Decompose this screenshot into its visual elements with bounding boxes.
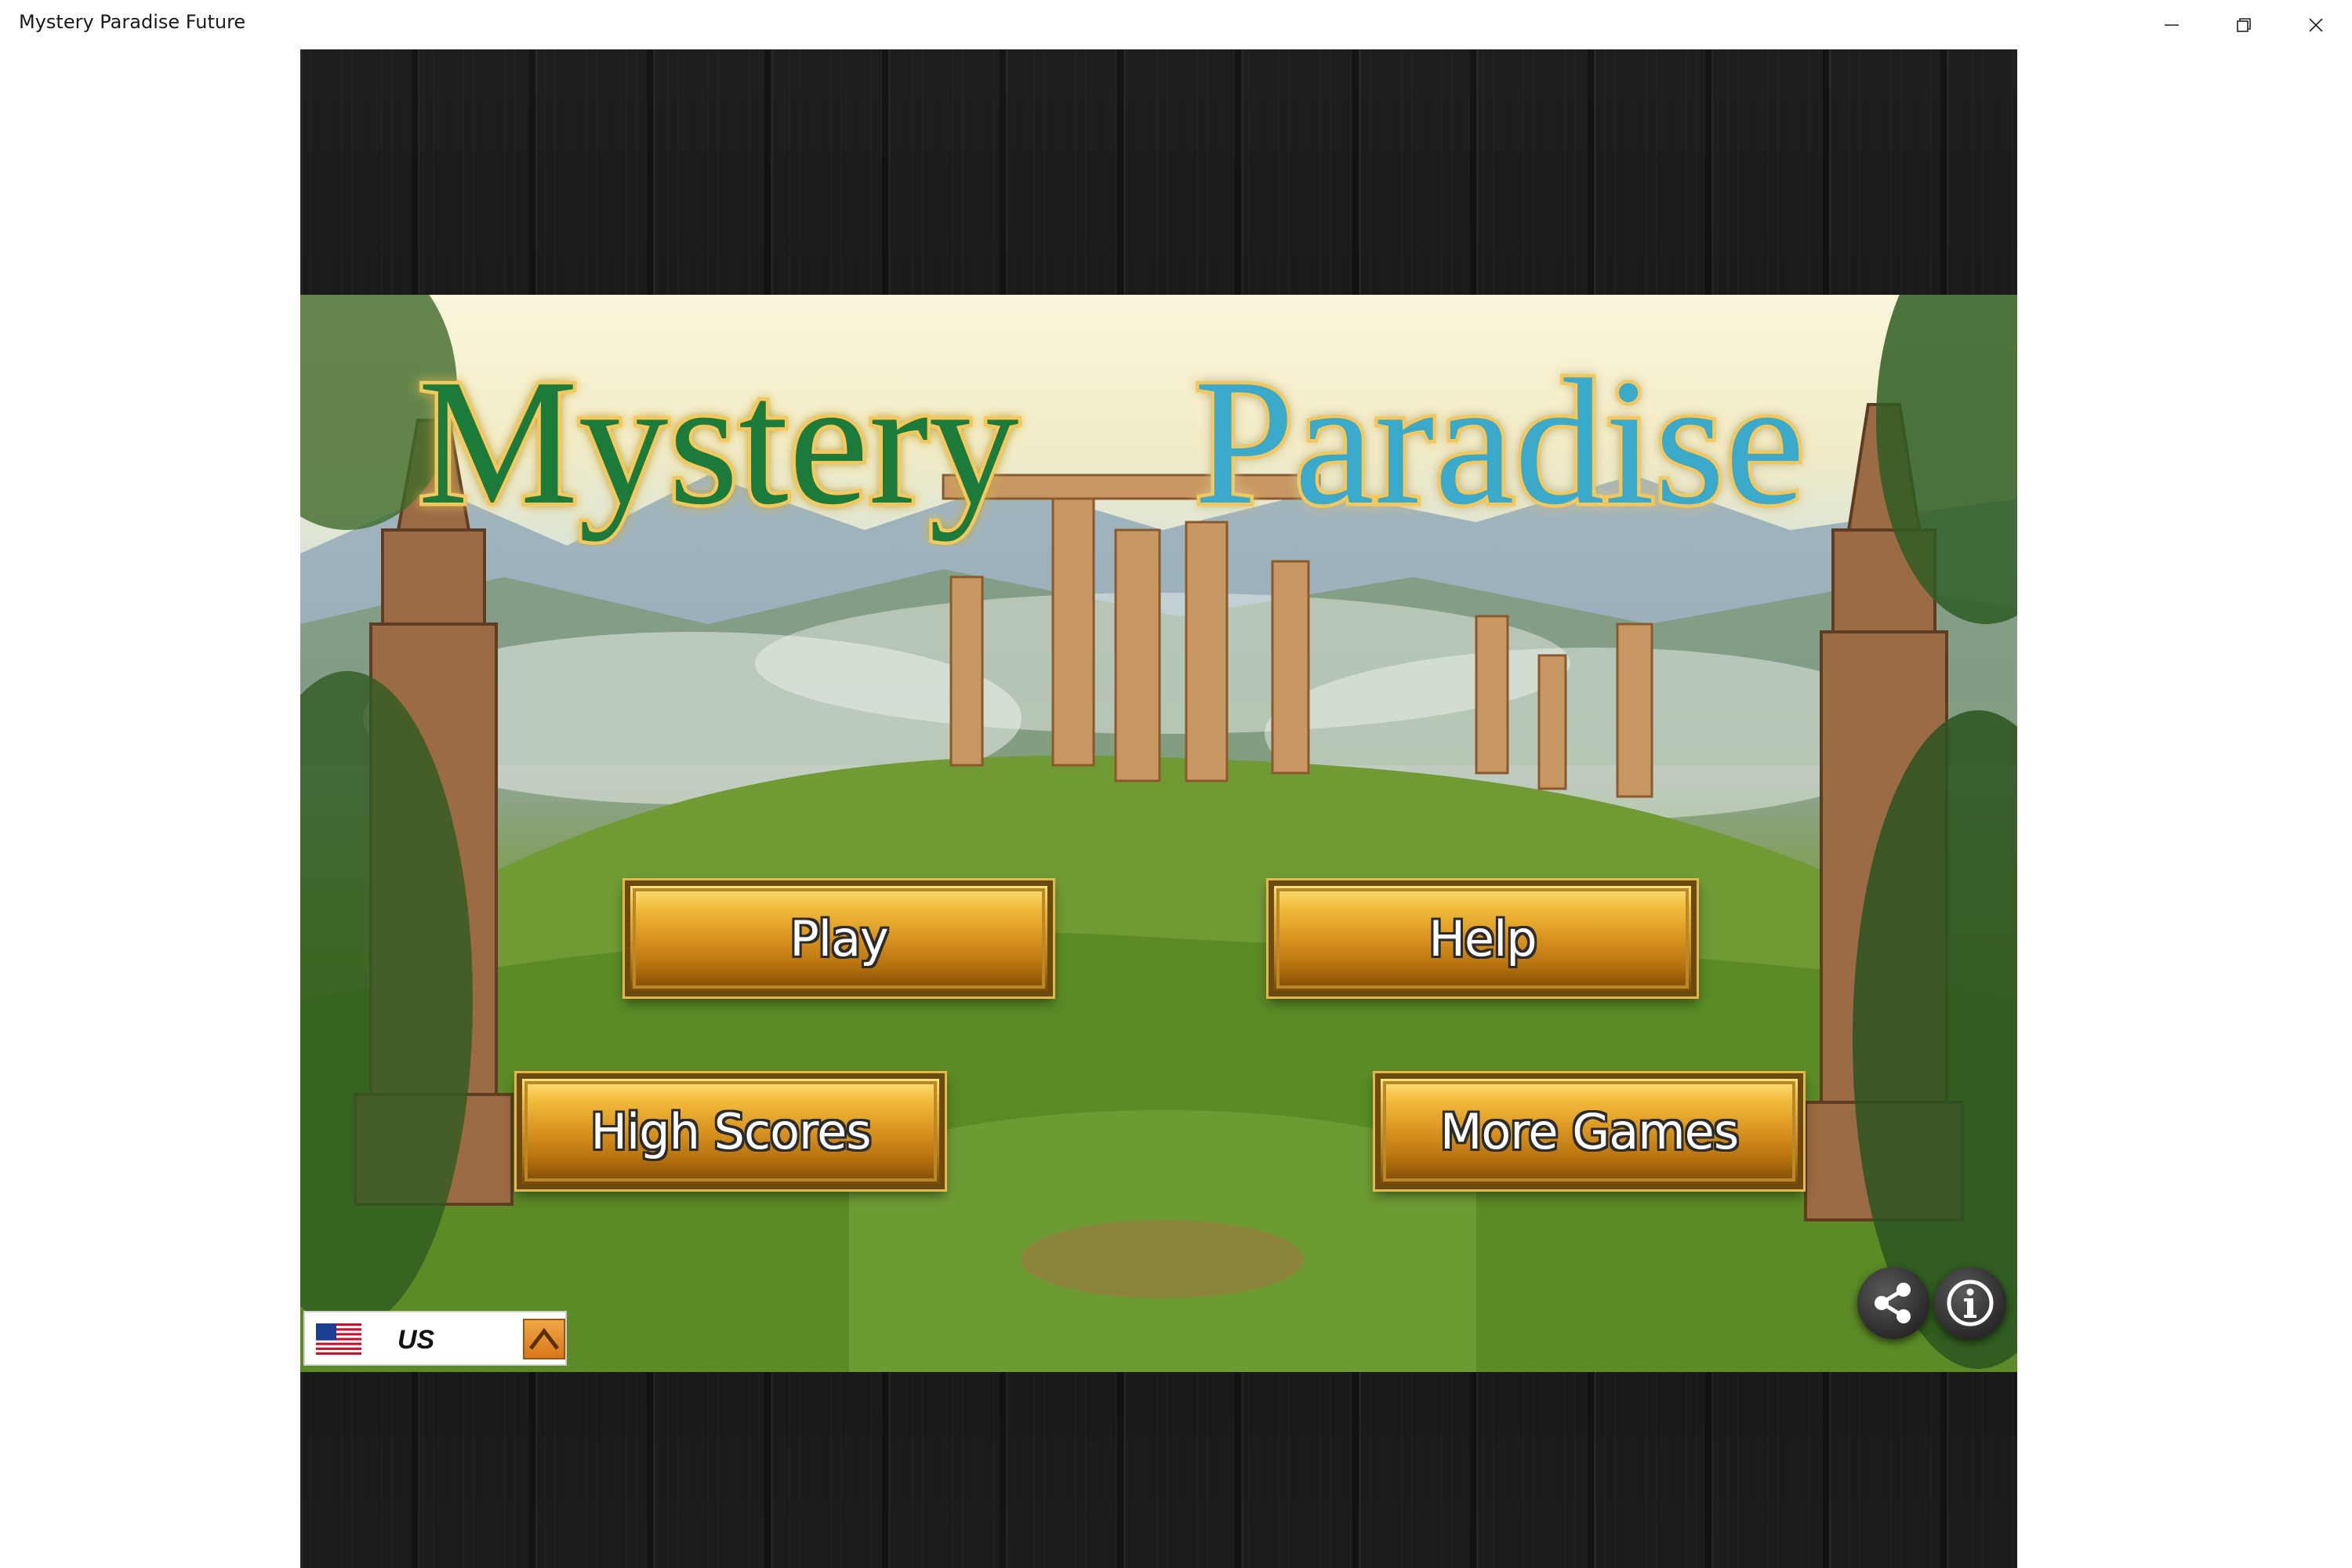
more-games-button-label: More Games <box>1439 1102 1739 1160</box>
help-button[interactable]: Help <box>1269 880 1697 996</box>
window-title: Mystery Paradise Future <box>19 11 246 33</box>
share-button[interactable] <box>1857 1267 1929 1339</box>
close-icon <box>2309 18 2323 32</box>
game-logo: Mystery Paradise <box>415 342 1809 546</box>
info-button[interactable] <box>1934 1267 2006 1339</box>
logo-word-mystery: Mystery <box>418 342 1019 542</box>
logo-word-paradise: Paradise <box>1194 342 1805 542</box>
high-scores-button[interactable]: High Scores <box>517 1073 945 1189</box>
minimize-button[interactable] <box>2136 0 2208 50</box>
region-code: US <box>397 1325 435 1355</box>
close-button[interactable] <box>2280 0 2352 50</box>
game-viewport: Mystery Paradise Play Help High Scores M… <box>300 49 2017 1568</box>
restore-icon <box>2237 18 2251 32</box>
info-icon <box>1947 1279 1994 1327</box>
play-button-label: Play <box>789 909 888 967</box>
chevron-up-icon <box>529 1327 559 1350</box>
restore-button[interactable] <box>2208 0 2280 50</box>
minimize-icon <box>2165 24 2179 26</box>
share-icon <box>1875 1283 1911 1323</box>
high-scores-button-label: High Scores <box>590 1102 871 1160</box>
more-games-button[interactable]: More Games <box>1375 1073 1803 1189</box>
region-selector[interactable]: US <box>303 1311 567 1366</box>
help-button-label: Help <box>1428 909 1537 967</box>
play-button[interactable]: Play <box>625 880 1053 996</box>
app-window: Mystery Paradise Future Mystery Paradise… <box>0 0 2352 1568</box>
title-scene: Mystery Paradise Play Help High Scores M… <box>300 295 2017 1372</box>
region-expand-button[interactable] <box>523 1319 565 1359</box>
title-bar: Mystery Paradise Future <box>0 0 2352 50</box>
us-flag-icon <box>316 1323 361 1355</box>
